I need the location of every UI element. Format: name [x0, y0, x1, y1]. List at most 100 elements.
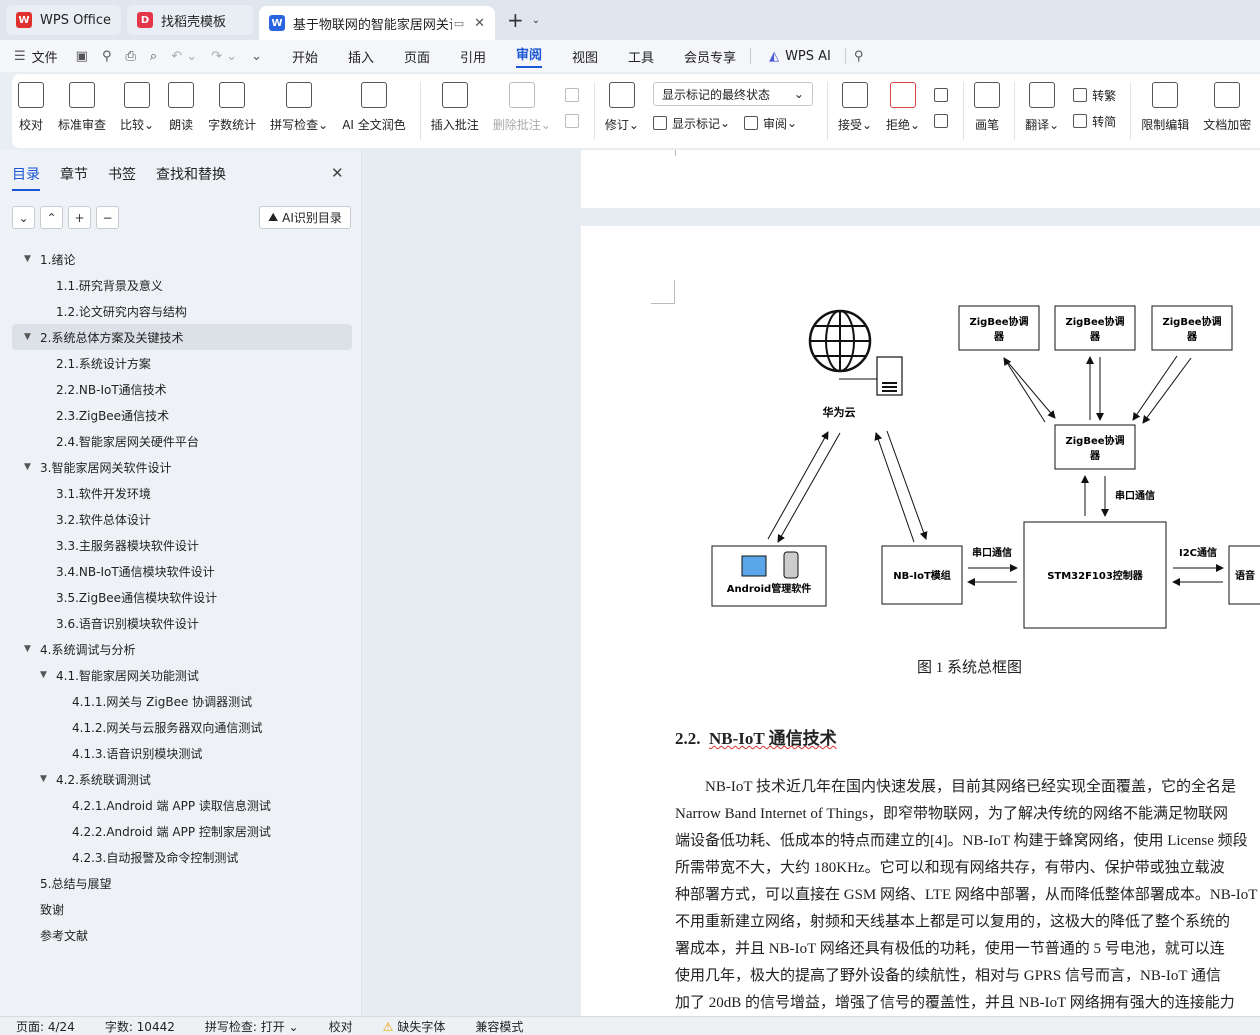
prev-change-button[interactable] — [934, 82, 953, 108]
ai-polish-button[interactable]: AI 全文润色 — [342, 82, 406, 133]
compare-button[interactable]: 比较⌄ — [120, 82, 154, 133]
toc-item[interactable]: 3.5.ZigBee通信模块软件设计 — [12, 584, 352, 610]
add-heading-button[interactable]: + — [68, 206, 91, 229]
menu-wps-ai[interactable]: WPS AI — [785, 49, 831, 64]
markup-select[interactable]: 显示标记的最终状态 ⌄ — [652, 82, 813, 106]
toc-item[interactable]: ▼ 4.2.系统联调测试 — [12, 766, 352, 792]
toc-item[interactable]: 3.4.NB-IoT通信模块软件设计 — [12, 558, 352, 584]
tab-toc[interactable]: 目录 — [12, 164, 40, 191]
insert-comment-button[interactable]: 插入批注 — [431, 82, 479, 133]
reject-button[interactable]: 拒绝⌄ — [886, 82, 920, 133]
spell-check-status[interactable]: 拼写检查: 打开 ⌄ — [205, 1018, 299, 1035]
tab-document[interactable]: W 基于物联网的智能家居网关设 ▭ ✕ — [259, 6, 496, 40]
toc-item[interactable]: 3.1.软件开发环境 — [12, 480, 352, 506]
menu-file[interactable]: 文件 — [32, 47, 58, 66]
delete-comment-button[interactable]: 删除批注⌄ — [493, 82, 551, 133]
accept-button[interactable]: 接受⌄ — [838, 82, 872, 133]
document-area[interactable]: 华为云 ZigBee协调 器 ZigBee协调 器 ZigBee协调 器 Zig… — [363, 150, 1260, 1016]
toc-item[interactable]: ▼ 1.绪论 — [12, 246, 352, 272]
missing-font-status[interactable]: ⚠ 缺失字体 — [383, 1018, 446, 1035]
page-indicator[interactable]: 页面: 4/24 — [16, 1018, 75, 1035]
menu-insert[interactable]: 插入 — [348, 47, 374, 66]
caret-down-icon[interactable]: ▼ — [40, 670, 52, 680]
toc-item[interactable]: ▼ 4.系统调试与分析 — [12, 636, 352, 662]
toc-item[interactable]: 致谢 — [12, 896, 352, 922]
toc-item[interactable]: 2.4.智能家居网关硬件平台 — [12, 428, 352, 454]
toc-item[interactable]: 5.总结与展望 — [12, 870, 352, 896]
next-change-button[interactable] — [934, 108, 953, 134]
to-simplified-button[interactable]: 转简 — [1073, 108, 1116, 134]
toc-item[interactable]: 3.6.语音识别模块软件设计 — [12, 610, 352, 636]
toc-item[interactable]: ▼ 4.1.智能家居网关功能测试 — [12, 662, 352, 688]
pen-button[interactable]: 画笔 — [974, 82, 1001, 133]
doc-encrypt-button[interactable]: 文档加密 — [1203, 82, 1251, 133]
word-count[interactable]: 字数: 10442 — [105, 1018, 175, 1035]
review-pane-button[interactable]: 审阅 ⌄ — [744, 110, 797, 136]
menu-reference[interactable]: 引用 — [460, 47, 486, 66]
toc-item[interactable]: 4.2.2.Android 端 APP 控制家居测试 — [12, 818, 352, 844]
tab-bookmark[interactable]: 书签 — [108, 164, 136, 191]
caret-down-icon[interactable]: ▼ — [40, 774, 52, 784]
caret-down-icon[interactable]: ▼ — [24, 254, 36, 264]
std-review-button[interactable]: 标准审查 — [58, 82, 106, 133]
restrict-edit-button[interactable]: 限制编辑 — [1141, 82, 1189, 133]
collapse-button[interactable]: ⌄ — [12, 206, 35, 229]
link-icon[interactable]: ⚲ — [102, 49, 112, 64]
tab-template[interactable]: D 找稻壳模板 — [127, 5, 254, 35]
tab-wps-office[interactable]: W WPS Office — [6, 5, 122, 35]
ai-toc-button[interactable]: ⛰ AI识别目录 — [259, 206, 351, 229]
toc-item[interactable]: 参考文献 — [12, 922, 352, 948]
toc-item[interactable]: 2.2.NB-IoT通信技术 — [12, 376, 352, 402]
toc-item[interactable]: 4.1.2.网关与云服务器双向通信测试 — [12, 714, 352, 740]
close-icon[interactable]: ✕ — [331, 164, 344, 182]
toc-item[interactable]: ▼ 2.系统总体方案及关键技术 — [12, 324, 352, 350]
remove-heading-button[interactable]: − — [96, 206, 119, 229]
menu-page[interactable]: 页面 — [404, 47, 430, 66]
toc-item[interactable]: 4.2.1.Android 端 APP 读取信息测试 — [12, 792, 352, 818]
tab-chapter[interactable]: 章节 — [60, 164, 88, 191]
close-icon[interactable]: ✕ — [474, 16, 485, 31]
translate-button[interactable]: 翻译⌄ — [1025, 82, 1059, 133]
next-comment-button[interactable] — [564, 108, 584, 134]
search-icon[interactable]: ⚲ — [854, 49, 864, 64]
show-markup-button[interactable]: 显示标记 ⌄ — [652, 110, 730, 136]
menu-review[interactable]: 审阅 — [516, 44, 543, 68]
print-preview-icon[interactable]: ⌕ — [150, 49, 157, 64]
monitor-icon[interactable]: ▭ — [454, 17, 464, 30]
caret-down-icon[interactable]: ▼ — [24, 332, 36, 342]
undo-icon[interactable]: ↶ ⌄ — [171, 49, 197, 64]
proof-status[interactable]: 校对 — [329, 1018, 353, 1035]
toc-item[interactable]: 4.1.1.网关与 ZigBee 协调器测试 — [12, 688, 352, 714]
toc-item[interactable]: 1.2.论文研究内容与结构 — [12, 298, 352, 324]
body-paragraph[interactable]: NB-IoT 技术近几年在国内快速发展，目前其网络已经实现全面覆盖，它的全名是 N… — [675, 774, 1260, 1016]
read-aloud-button[interactable]: 朗读 — [168, 82, 195, 133]
toc-item[interactable]: 3.3.主服务器模块软件设计 — [12, 532, 352, 558]
toc-item[interactable]: 4.1.3.语音识别模块测试 — [12, 740, 352, 766]
more-icon[interactable]: ⌄ — [251, 49, 262, 64]
menu-start[interactable]: 开始 — [292, 47, 318, 66]
revise-button[interactable]: 修订⌄ — [605, 82, 639, 133]
menu-tools[interactable]: 工具 — [628, 47, 654, 66]
word-count-button[interactable]: 字数统计 — [208, 82, 256, 133]
redo-icon[interactable]: ↷ ⌄ — [211, 49, 237, 64]
proofread-button[interactable]: 校对 — [18, 82, 44, 133]
print-icon[interactable]: ⎙ — [126, 49, 136, 64]
tab-find-replace[interactable]: 查找和替换 — [156, 164, 226, 191]
spell-check-button[interactable]: 拼写检查⌄ — [270, 82, 328, 133]
toc-item[interactable]: 2.3.ZigBee通信技术 — [12, 402, 352, 428]
toc-item[interactable]: 2.1.系统设计方案 — [12, 350, 352, 376]
caret-down-icon[interactable]: ▼ — [24, 462, 36, 472]
toc-item[interactable]: ▼ 3.智能家居网关软件设计 — [12, 454, 352, 480]
hamburger-icon[interactable]: ☰ — [14, 49, 26, 64]
chevron-down-icon[interactable]: ⌄ — [532, 15, 540, 26]
caret-down-icon[interactable]: ▼ — [24, 644, 36, 654]
prev-comment-button[interactable] — [564, 82, 584, 108]
menu-member[interactable]: 会员专享 — [684, 47, 736, 66]
toc-item[interactable]: 1.1.研究背景及意义 — [12, 272, 352, 298]
save-icon[interactable]: ▣ — [76, 49, 88, 64]
menu-view[interactable]: 视图 — [572, 47, 598, 66]
toc-item[interactable]: 3.2.软件总体设计 — [12, 506, 352, 532]
expand-button[interactable]: ⌃ — [40, 206, 63, 229]
new-tab-icon[interactable]: + — [507, 8, 524, 32]
to-traditional-button[interactable]: 转繁 — [1073, 82, 1116, 108]
